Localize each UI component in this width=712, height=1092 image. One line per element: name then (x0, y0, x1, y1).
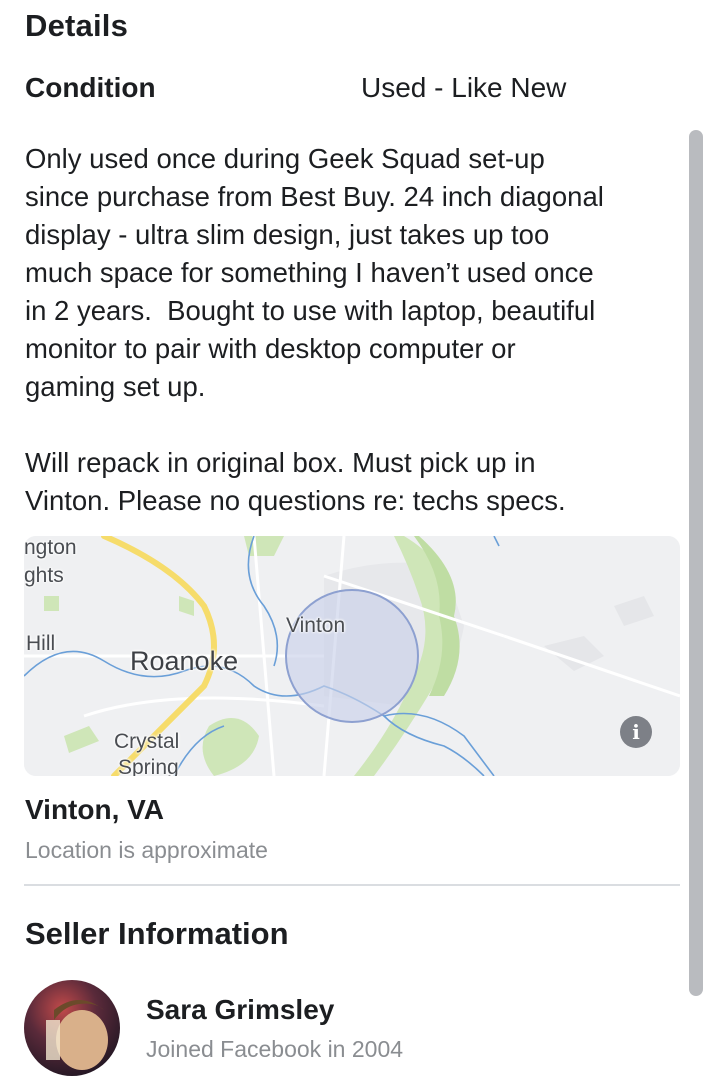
map-label-spring: Spring (118, 756, 179, 776)
condition-value: Used - Like New (361, 72, 567, 103)
map-label-hill: Hill (26, 632, 56, 655)
info-icon[interactable]: i (620, 716, 652, 748)
scrollbar[interactable] (689, 130, 703, 996)
avatar-image (24, 980, 120, 1076)
map-label-partial-2: ghts (24, 564, 64, 587)
section-divider (24, 884, 680, 886)
map-label-roanoke: Roanoke (130, 646, 239, 676)
seller-avatar[interactable] (24, 980, 120, 1076)
details-heading: Details (25, 8, 129, 43)
location-map[interactable]: ngton ghts Hill Roanoke Vinton Crystal S… (24, 536, 680, 776)
condition-row: Condition Used - Like New (25, 72, 665, 112)
map-label-crystal: Crystal (114, 730, 180, 753)
map-label-partial-1: ngton (24, 536, 77, 559)
seller-name[interactable]: Sara Grimsley (146, 994, 334, 1026)
location-approximate-note: Location is approximate (25, 837, 268, 863)
location-title: Vinton, VA (25, 794, 164, 825)
seller-info-heading: Seller Information (25, 916, 289, 951)
condition-label: Condition (25, 72, 156, 103)
map-label-vinton: Vinton (286, 614, 346, 637)
listing-description: Only used once during Geek Squad set-up … (25, 143, 604, 516)
seller-joined-date: Joined Facebook in 2004 (146, 1036, 404, 1062)
